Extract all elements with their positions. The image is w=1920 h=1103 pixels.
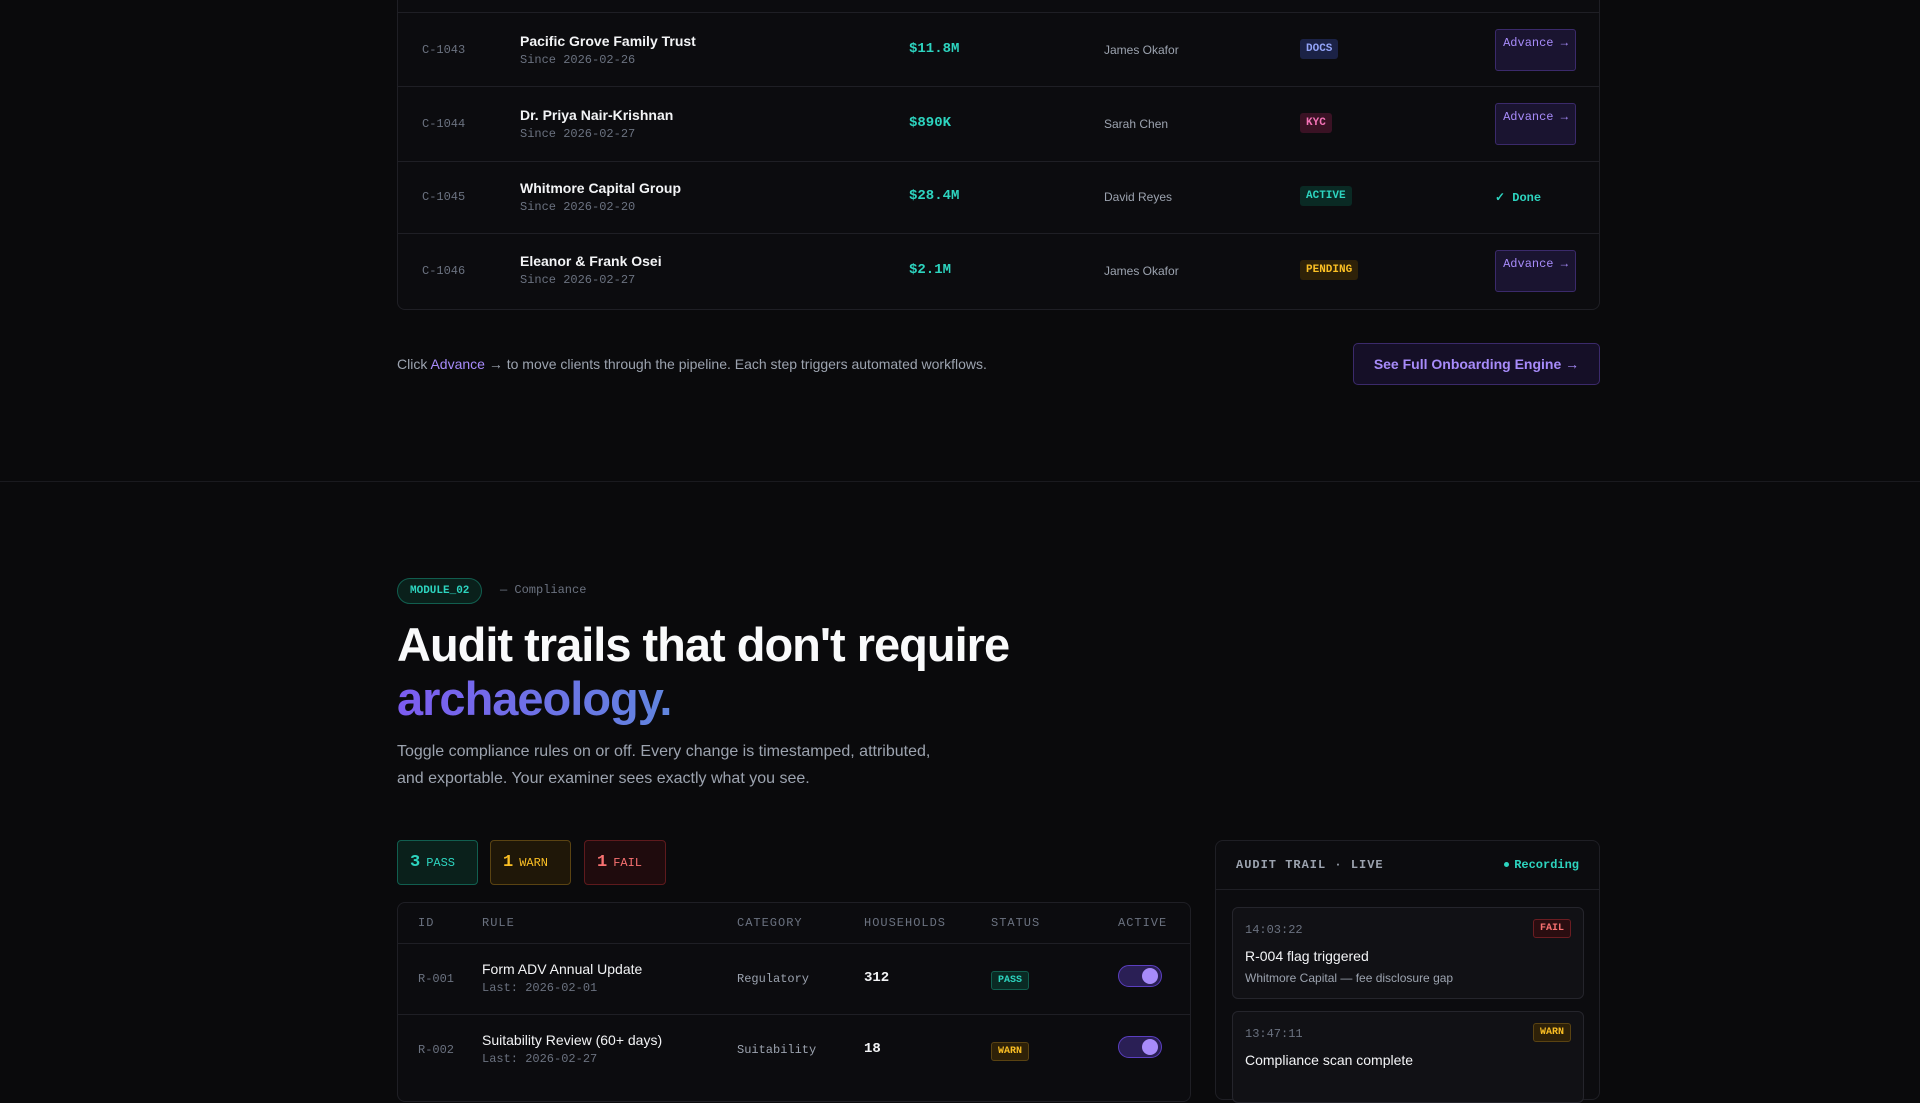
module-tag: MODULE_02 (397, 578, 483, 604)
rule-households: 18 (864, 1041, 881, 1057)
client-since: Since 2026-02-20 (520, 200, 636, 214)
module-subtitle: — Compliance (500, 583, 587, 597)
pipeline-hint: Click Advance → to move clients through … (397, 356, 987, 372)
pass-label: PASS (426, 856, 456, 870)
audit-event[interactable]: 14:03:22 FAIL R-004 flag triggered Whitm… (1232, 907, 1584, 999)
rule-last-run: Last: 2026-02-01 (482, 981, 598, 995)
table-row: R-002 Suitability Review (60+ days) Last… (398, 1014, 1190, 1085)
section-divider (0, 481, 1920, 482)
see-onboarding-engine-button[interactable]: See Full Onboarding Engine → (1353, 343, 1600, 385)
client-aum: $28.4M (909, 188, 960, 204)
fail-label: FAIL (613, 856, 643, 870)
client-name: Dr. Priya Nair-Krishnan (520, 107, 674, 123)
client-aum: $890K (909, 115, 952, 131)
client-aum: $11.8M (909, 41, 960, 57)
stage-badge: KYC (1300, 113, 1332, 133)
toggle-knob (1142, 1039, 1158, 1055)
done-label: ✓ Done (1495, 191, 1542, 205)
stage-badge: DOCS (1300, 39, 1339, 59)
client-name: Pacific Grove Family Trust (520, 33, 696, 49)
client-since: Since 2026-02-27 (520, 127, 636, 141)
table-row: C-1044 Dr. Priya Nair-Krishnan Since 202… (398, 86, 1599, 161)
stage-badge: ACTIVE (1300, 186, 1352, 206)
client-id: C-1044 (422, 117, 466, 131)
rule-active-toggle[interactable] (1118, 965, 1162, 987)
headline-line-2: archaeology. (397, 672, 1009, 726)
audit-event[interactable]: 13:47:11 WARN Compliance scan complete (1232, 1011, 1584, 1103)
recording-indicator: Recording (1504, 858, 1579, 872)
pass-count: 3 (410, 853, 421, 872)
rule-last-run: Last: 2026-02-27 (482, 1052, 598, 1066)
client-since: Since 2026-02-27 (520, 273, 636, 287)
header-rule: RULE (482, 916, 515, 930)
header-id: ID (418, 916, 435, 930)
rule-category: Regulatory (737, 972, 810, 986)
hint-prefix: Click (397, 356, 428, 372)
rules-table: ID RULE CATEGORY HOUSEHOLDS STATUS ACTIV… (397, 902, 1191, 1102)
status-badge: PASS (991, 971, 1030, 990)
advance-button[interactable]: Advance → (1495, 250, 1576, 292)
event-tag: FAIL (1532, 919, 1571, 938)
rule-id: R-002 (418, 1043, 455, 1057)
client-id: C-1046 (422, 264, 466, 278)
recording-label: Recording (1514, 858, 1579, 872)
hint-advance-link[interactable]: Advance (430, 356, 484, 372)
advance-button[interactable]: Advance → (1495, 103, 1576, 145)
warn-label: WARN (519, 856, 549, 870)
client-id: C-1043 (422, 43, 466, 57)
rule-active-toggle[interactable] (1118, 1036, 1162, 1058)
table-row: C-1043 Pacific Grove Family Trust Since … (398, 12, 1599, 86)
recording-dot-icon (1504, 862, 1510, 868)
header-status: STATUS (991, 916, 1041, 930)
fail-count: 1 (597, 853, 608, 872)
fail-counter[interactable]: 1 FAIL (584, 840, 666, 885)
audit-title: AUDIT TRAIL · LIVE (1236, 858, 1384, 872)
rule-name: Form ADV Annual Update (482, 961, 643, 977)
event-time: 13:47:11 (1245, 1027, 1303, 1041)
client-aum: $2.1M (909, 262, 952, 278)
section-headline: Audit trails that don't require archaeol… (397, 618, 1010, 726)
section-description: Toggle compliance rules on or off. Every… (397, 743, 931, 787)
client-name: Eleanor & Frank Osei (520, 253, 662, 269)
status-badge: WARN (991, 1042, 1030, 1061)
client-since: Since 2026-02-26 (520, 53, 636, 67)
headline-line-1: Audit trails that don't require (397, 618, 1010, 671)
rule-name: Suitability Review (60+ days) (482, 1032, 663, 1048)
table-row: R-001 Form ADV Annual Update Last: 2026-… (398, 943, 1190, 1014)
client-name: Whitmore Capital Group (520, 180, 681, 196)
header-households: HOUSEHOLDS (864, 916, 947, 930)
table-row: C-1045 Whitmore Capital Group Since 2026… (398, 161, 1599, 233)
event-tag: WARN (1532, 1023, 1571, 1042)
client-advisor: Sarah Chen (1104, 117, 1169, 131)
toggle-knob (1142, 968, 1158, 984)
advance-button[interactable]: Advance → (1495, 29, 1576, 71)
event-detail: Whitmore Capital — fee disclosure gap (1245, 971, 1454, 985)
rule-category: Suitability (737, 1043, 817, 1057)
client-advisor: James Okafor (1104, 43, 1179, 57)
pipeline-table: C-1043 Pacific Grove Family Trust Since … (397, 0, 1600, 310)
warn-counter[interactable]: 1 WARN (490, 840, 571, 885)
audit-trail-panel: AUDIT TRAIL · LIVE Recording 14:03:22 FA… (1215, 840, 1600, 1103)
header-category: CATEGORY (737, 916, 803, 930)
stage-badge: PENDING (1300, 260, 1359, 280)
hint-suffix: → to move clients through the pipeline. … (488, 356, 987, 372)
pass-counter[interactable]: 3 PASS (397, 840, 478, 885)
client-advisor: James Okafor (1104, 264, 1179, 278)
event-time: 14:03:22 (1245, 923, 1303, 937)
client-id: C-1045 (422, 190, 466, 204)
header-active: ACTIVE (1118, 916, 1168, 930)
audit-divider (1216, 889, 1599, 890)
client-advisor: David Reyes (1104, 190, 1173, 204)
event-title: Compliance scan complete (1245, 1052, 1414, 1068)
warn-count: 1 (503, 853, 514, 872)
event-title: R-004 flag triggered (1245, 948, 1369, 964)
rule-households: 312 (864, 970, 890, 986)
table-row: C-1046 Eleanor & Frank Osei Since 2026-0… (398, 233, 1599, 309)
rule-id: R-001 (418, 972, 455, 986)
